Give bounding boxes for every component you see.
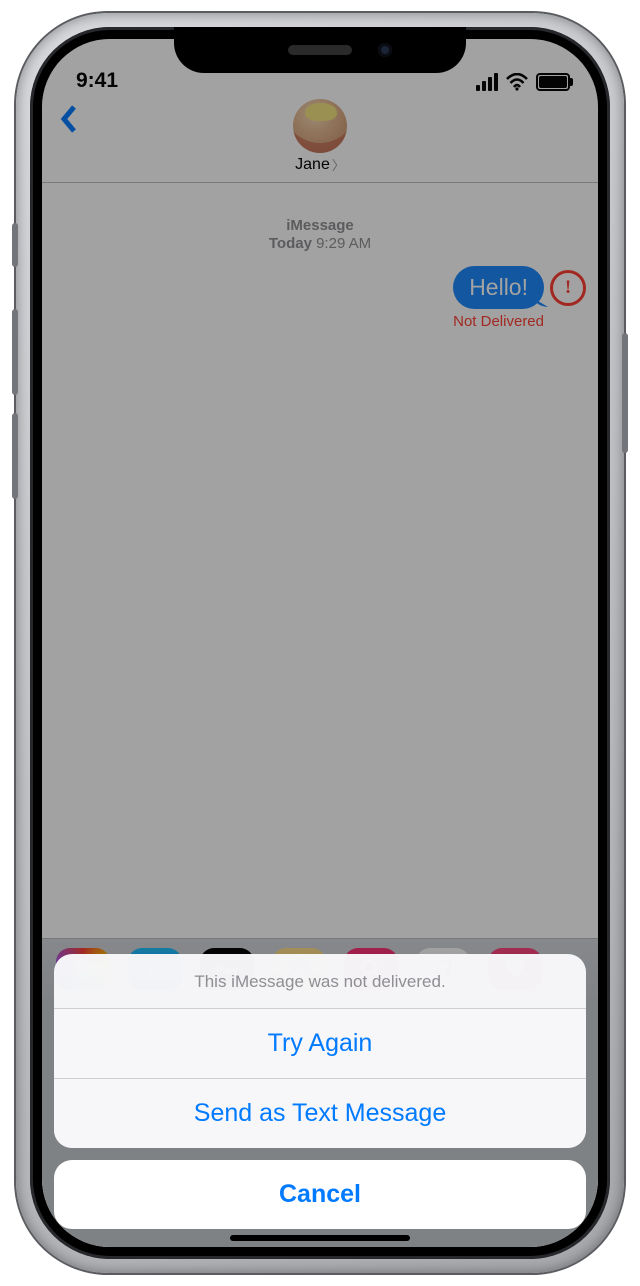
mute-switch bbox=[12, 223, 18, 267]
contact-name: Jane bbox=[295, 156, 330, 174]
home-indicator[interactable] bbox=[230, 1235, 410, 1241]
contact-info[interactable]: Jane 〉 bbox=[293, 99, 347, 174]
try-again-button[interactable]: Try Again bbox=[54, 1009, 586, 1079]
battery-icon bbox=[536, 73, 570, 91]
cancel-button[interactable]: Cancel bbox=[54, 1160, 586, 1229]
conversation-view[interactable]: iMessage Today 9:29 AM Hello! ! Not Deli… bbox=[42, 203, 598, 939]
cellular-icon bbox=[476, 73, 498, 91]
power-button bbox=[622, 333, 628, 453]
thread-label: iMessage bbox=[54, 217, 586, 234]
avatar bbox=[293, 99, 347, 153]
error-icon[interactable]: ! bbox=[550, 270, 586, 306]
volume-up bbox=[12, 309, 18, 395]
back-button[interactable] bbox=[54, 101, 84, 137]
wifi-icon bbox=[506, 71, 528, 93]
conversation-header: Jane 〉 bbox=[42, 97, 598, 183]
thread-timestamp: Today 9:29 AM bbox=[54, 235, 586, 252]
volume-down bbox=[12, 413, 18, 499]
chevron-right-icon: 〉 bbox=[332, 155, 345, 174]
send-as-text-button[interactable]: Send as Text Message bbox=[54, 1079, 586, 1148]
message-bubble[interactable]: Hello! bbox=[453, 266, 544, 309]
phone-frame: 9:41 bbox=[16, 13, 624, 1273]
action-sheet-title: This iMessage was not delivered. bbox=[54, 954, 586, 1009]
notch bbox=[174, 27, 466, 73]
message-status: Not Delivered bbox=[54, 313, 586, 330]
action-sheet: This iMessage was not delivered. Try Aga… bbox=[54, 954, 586, 1229]
